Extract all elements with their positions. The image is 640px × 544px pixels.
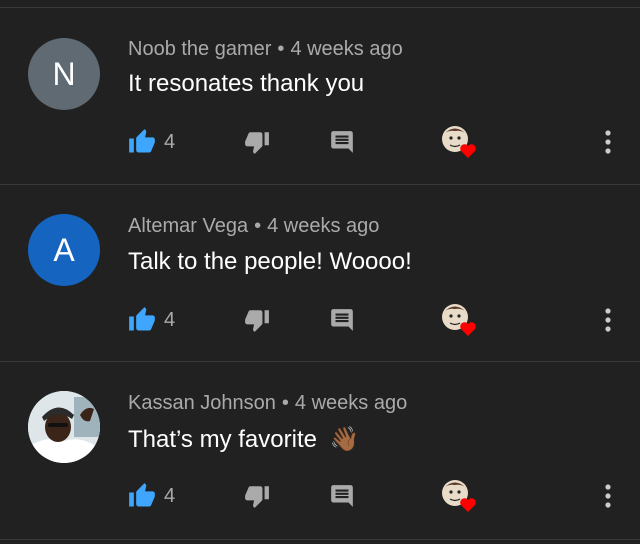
thumbs-down-icon	[245, 310, 269, 332]
comment-body: It resonates thank you	[128, 70, 365, 97]
more-options-button[interactable]	[596, 300, 620, 340]
dislike-button[interactable]	[240, 122, 274, 162]
creator-heart-icon	[442, 126, 476, 158]
avatar[interactable]	[28, 391, 100, 463]
comment-text: Talk to the people! Woooo!	[128, 248, 412, 276]
comment-icon	[331, 485, 353, 507]
thumbs-down-icon	[245, 132, 269, 154]
like-button[interactable]: 4	[128, 476, 175, 516]
comment-item: Kassan Johnson • 4 weeks ago That’s my fav…	[0, 362, 640, 538]
reply-button[interactable]	[326, 476, 358, 516]
user-photo-icon	[28, 391, 100, 463]
creator-heart-icon	[442, 304, 476, 336]
creator-heart-badge	[438, 476, 478, 516]
comment-body: That’s my favorite	[128, 426, 317, 453]
creator-heart-badge	[438, 122, 478, 162]
reply-button[interactable]	[326, 300, 358, 340]
more-options-button[interactable]	[596, 476, 620, 516]
thumbs-down-icon	[245, 486, 269, 508]
like-button[interactable]: 4	[128, 300, 175, 340]
avatar[interactable]: A	[28, 214, 100, 286]
more-vert-icon	[605, 130, 611, 154]
comment-author[interactable]: Noob the gamer	[128, 38, 271, 60]
comment-meta: Noob the gamer • 4 weeks ago	[128, 38, 403, 61]
reply-button[interactable]	[326, 122, 358, 162]
more-vert-icon	[605, 308, 611, 332]
comment-text: That’s my favorite 👋🏾	[128, 425, 360, 454]
creator-heart-badge	[438, 300, 478, 340]
like-count: 4	[164, 130, 176, 153]
comment-meta: Altemar Vega • 4 weeks ago	[128, 215, 379, 238]
avatar-letter: N	[52, 55, 76, 92]
like-count: 4	[164, 484, 176, 507]
comment-time[interactable]: 4 weeks ago	[295, 392, 407, 414]
comment-actions: 4	[0, 476, 640, 516]
comment-text: It resonates thank you	[128, 70, 364, 98]
thumbs-up-icon	[129, 483, 155, 507]
comment-icon	[331, 309, 353, 331]
thumbs-up-icon	[129, 307, 155, 331]
dislike-button[interactable]	[240, 300, 274, 340]
comment-item: A Altemar Vega • 4 weeks ago Talk to the p…	[0, 185, 640, 361]
like-count: 4	[164, 308, 176, 331]
thumbs-up-icon	[129, 129, 155, 153]
waving-hand-emoji: 👋🏾	[329, 426, 360, 453]
comment-time[interactable]: 4 weeks ago	[267, 215, 379, 237]
comment-time[interactable]: 4 weeks ago	[290, 38, 402, 60]
more-vert-icon	[605, 484, 611, 508]
creator-heart-icon	[442, 480, 476, 512]
avatar-letter: A	[53, 231, 75, 268]
comment-author[interactable]: Altemar Vega	[128, 215, 248, 237]
meta-separator: •	[277, 38, 285, 60]
comment-item: N Noob the gamer • 4 weeks ago It resonate…	[0, 8, 640, 184]
comment-icon	[331, 131, 353, 153]
comment-body: Talk to the people! Woooo!	[128, 248, 412, 275]
comment-author[interactable]: Kassan Johnson	[128, 392, 276, 414]
comment-actions: 4	[0, 300, 640, 340]
like-button[interactable]: 4	[128, 122, 175, 162]
more-options-button[interactable]	[596, 122, 620, 162]
divider	[0, 539, 640, 540]
comment-actions: 4	[0, 122, 640, 162]
meta-separator: •	[281, 392, 289, 414]
meta-separator: •	[254, 215, 262, 237]
avatar[interactable]: N	[28, 38, 100, 110]
dislike-button[interactable]	[240, 476, 274, 516]
comment-meta: Kassan Johnson • 4 weeks ago	[128, 392, 407, 415]
